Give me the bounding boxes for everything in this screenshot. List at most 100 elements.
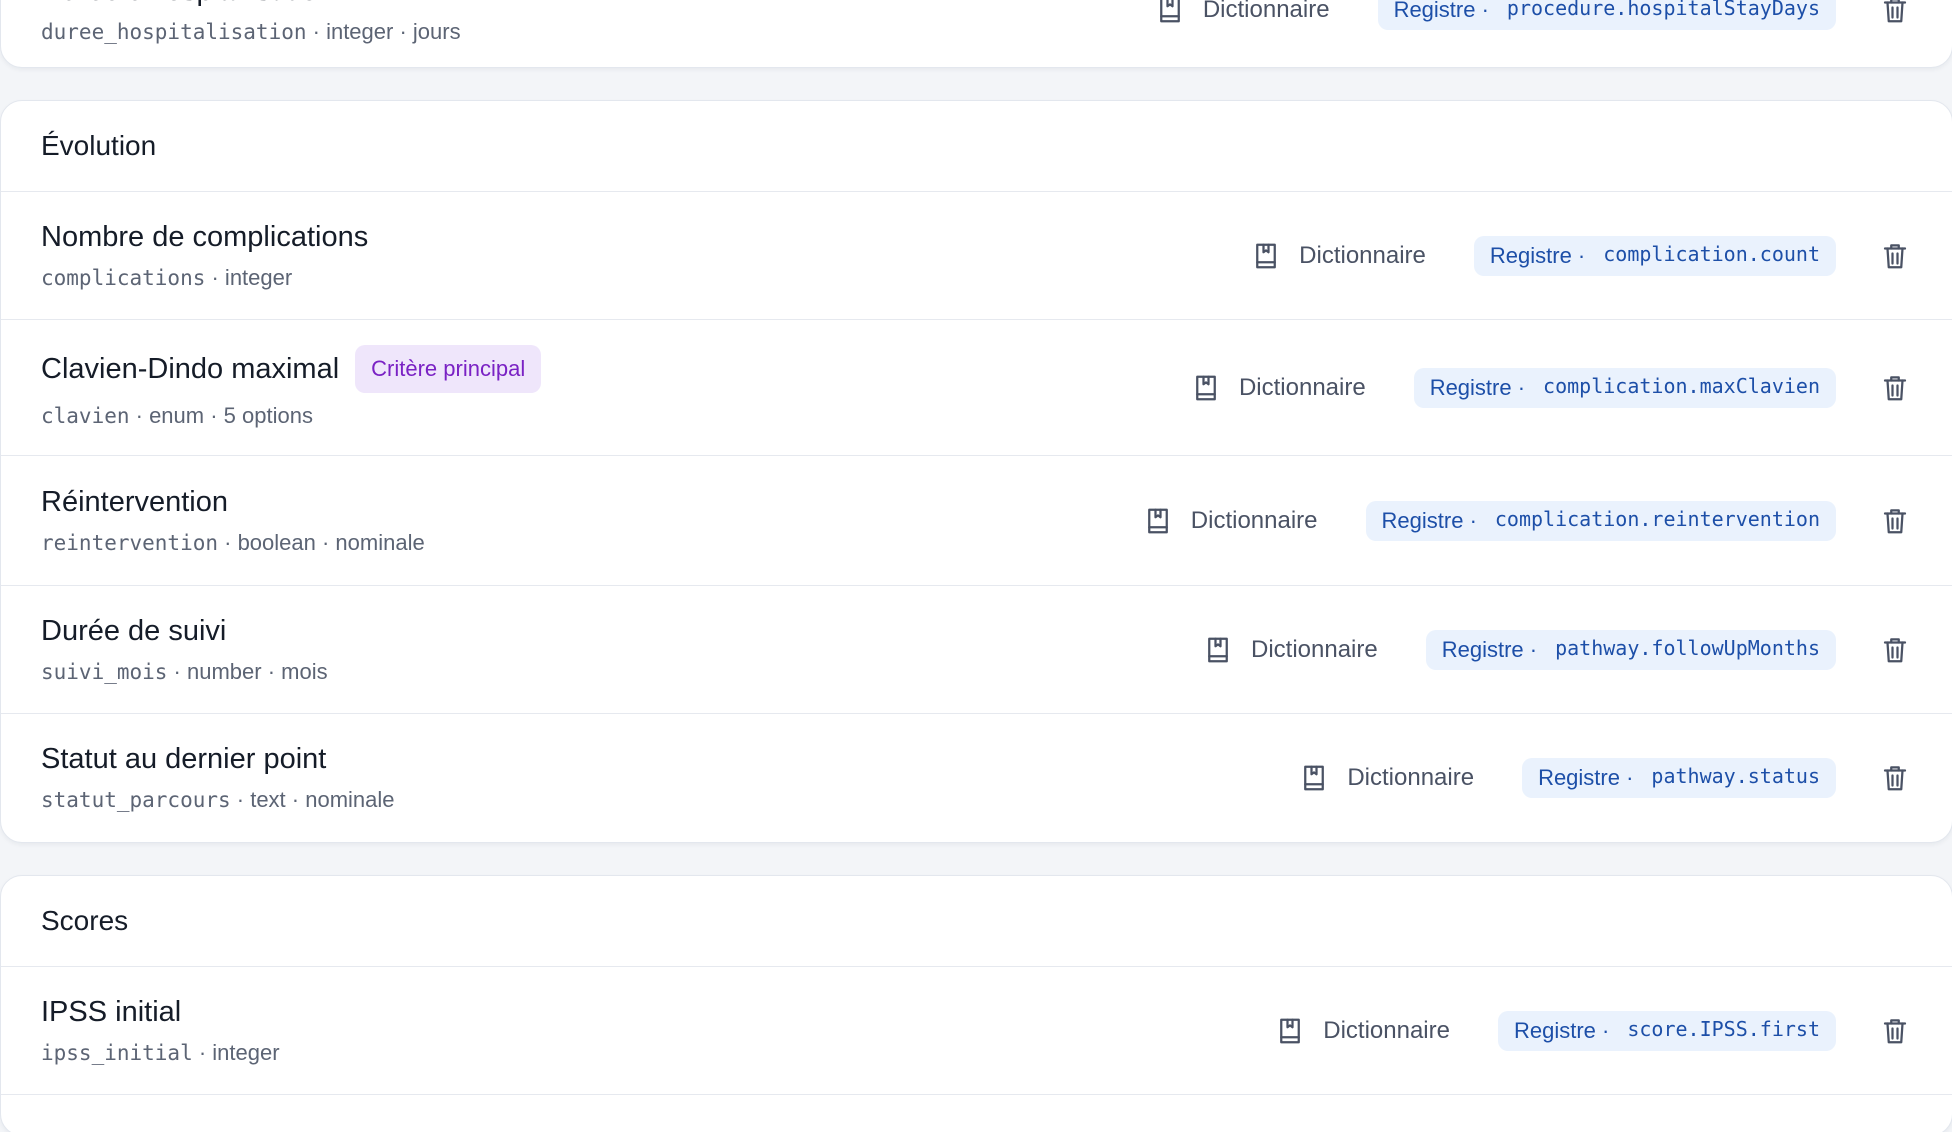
variable-key: statut_parcours (41, 788, 231, 812)
variable-type: · text · nominale (230, 787, 395, 812)
registry-mapping-badge[interactable]: Registre · pathway.followUpMonths (1425, 629, 1836, 670)
registry-mapping-badge[interactable]: Registre · score.IPSS.first (1497, 1010, 1836, 1051)
variable-row[interactable]: Durée de suivi suivi_mois · number · moi… (1, 586, 1952, 714)
dictionary-label: Dictionnaire (1202, 0, 1330, 23)
trash-icon (1883, 0, 1907, 23)
variable-type: · integer · jours (306, 19, 461, 44)
registry-path: procedure.hospitalStayDays (1506, 0, 1820, 20)
variable-row[interactable]: Statut au dernier point statut_parcours … (1, 714, 1952, 842)
variable-meta: statut_parcours · text · nominale (41, 785, 1299, 815)
book-icon (1256, 243, 1277, 268)
book-icon (1147, 508, 1168, 533)
registry-label: Registre · (1381, 507, 1477, 533)
book-icon (1304, 765, 1325, 791)
book-icon (1159, 0, 1180, 23)
variable-actions: Dictionnaire Registre · complication.cou… (1251, 235, 1912, 276)
variable-key: clavien (41, 403, 130, 428)
variable-key: suivi_mois (41, 659, 168, 684)
variable-meta: clavien · enum · 5 options (41, 401, 1191, 431)
variable-row[interactable]: Nombre de complications complications · … (1, 192, 1952, 320)
variable-title: IPSS initial (41, 995, 182, 1028)
trash-icon (1883, 766, 1907, 791)
variable-info: Durée de suivi suivi_mois · number · moi… (41, 613, 1203, 687)
variable-title: Statut au dernier point (41, 743, 327, 775)
trash-icon (1883, 375, 1907, 400)
dictionary-button[interactable]: Dictionnaire (1191, 373, 1366, 403)
variable-row[interactable]: IPSS initial ipss_initial · integer Dict… (1, 967, 1952, 1095)
variable-info: Réintervention reintervention · boolean … (41, 484, 1143, 558)
variable-info: Clavien-Dindo maximal Critère principal … (41, 344, 1191, 431)
variable-row[interactable]: Réintervention reintervention · boolean … (1, 456, 1952, 586)
registry-label: Registre · (1429, 374, 1526, 400)
variable-key: ipss_initial (41, 1040, 193, 1065)
delete-button[interactable] (1878, 371, 1912, 405)
registry-mapping-badge[interactable]: Registre · pathway.status (1522, 758, 1836, 798)
variable-actions: Dictionnaire Registre · complication.max… (1191, 367, 1912, 408)
dictionary-button[interactable]: Dictionnaire (1299, 763, 1474, 793)
trash-icon (1883, 508, 1907, 533)
delete-button[interactable] (1878, 633, 1912, 667)
variable-row[interactable]: Durée d'hospitalisation duree_hospitalis… (1, 0, 1952, 67)
variable-title: Durée d'hospitalisation (41, 0, 334, 9)
trash-icon (1883, 243, 1907, 268)
book-icon (1280, 1018, 1301, 1043)
delete-button[interactable] (1878, 239, 1912, 273)
registry-label: Registre · (1489, 242, 1586, 268)
section-title: Scores (1, 876, 1952, 967)
delete-button[interactable] (1878, 1014, 1912, 1048)
primary-endpoint-badge: Critère principal (355, 344, 542, 393)
variable-type: · boolean · nominale (218, 529, 425, 555)
dictionary-button[interactable]: Dictionnaire (1203, 635, 1378, 665)
section-card-scores: Scores IPSS initial ipss_initial · integ… (0, 875, 1952, 1132)
book-icon (1208, 637, 1228, 662)
delete-button[interactable] (1878, 0, 1912, 27)
registry-mapping-badge[interactable]: Registre · complication.reintervention (1365, 500, 1836, 541)
dictionary-button[interactable]: Dictionnaire (1251, 241, 1426, 271)
dictionary-label: Dictionnaire (1299, 241, 1426, 269)
variables-view: Durée d'hospitalisation duree_hospitalis… (0, 0, 1952, 1132)
variable-title: Nombre de complications (41, 220, 369, 253)
variable-type: · integer (205, 264, 293, 290)
registry-path: complication.reintervention (1494, 506, 1820, 531)
trash-icon (1883, 637, 1907, 662)
delete-button[interactable] (1878, 504, 1912, 538)
variable-type: · integer (192, 1039, 280, 1065)
variable-info: Nombre de complications complications · … (41, 219, 1251, 293)
registry-path: complication.maxClavien (1543, 373, 1820, 398)
dictionary-button[interactable]: Dictionnaire (1155, 0, 1330, 25)
registry-path: score.IPSS.first (1627, 1016, 1820, 1041)
variable-info: Statut au dernier point statut_parcours … (41, 741, 1299, 815)
variable-key: reintervention (41, 530, 219, 555)
registry-label: Registre · (1441, 636, 1538, 662)
registry-label: Registre · (1393, 0, 1489, 22)
section-card-evolution: Évolution Nombre de complications compli… (0, 100, 1952, 843)
dictionary-label: Dictionnaire (1323, 1016, 1450, 1044)
registry-label: Registre · (1513, 1017, 1610, 1043)
variable-type: · number · mois (167, 658, 328, 684)
variable-info: Durée d'hospitalisation duree_hospitalis… (41, 0, 1155, 47)
variable-meta: reintervention · boolean · nominale (41, 528, 1143, 558)
delete-button[interactable] (1878, 761, 1912, 795)
dictionary-button[interactable]: Dictionnaire (1143, 506, 1318, 536)
variable-row[interactable]: Clavien-Dindo maximal Critère principal … (1, 320, 1952, 456)
sections-stack: Durée d'hospitalisation duree_hospitalis… (0, 0, 1952, 1132)
variable-info: IPSS initial ipss_initial · integer (41, 994, 1275, 1068)
variable-actions: Dictionnaire Registre · pathway.followUp… (1203, 629, 1912, 670)
registry-path: pathway.followUpMonths (1555, 635, 1820, 660)
variable-title: Durée de suivi (41, 614, 227, 647)
variable-key: duree_hospitalisation (41, 20, 307, 44)
registry-path: complication.count (1603, 241, 1820, 266)
variable-meta: suivi_mois · number · mois (41, 657, 1203, 687)
registry-mapping-badge[interactable]: Registre · procedure.hospitalStayDays (1377, 0, 1836, 30)
registry-label: Registre · (1538, 765, 1634, 790)
registry-mapping-badge[interactable]: Registre · complication.maxClavien (1413, 367, 1836, 408)
dictionary-button[interactable]: Dictionnaire (1275, 1016, 1450, 1046)
variable-title: Clavien-Dindo maximal (41, 352, 340, 385)
dictionary-label: Dictionnaire (1238, 373, 1366, 401)
book-icon (1196, 375, 1216, 400)
row-divider (1, 1095, 1952, 1132)
registry-path: pathway.status (1651, 764, 1820, 788)
variable-meta: ipss_initial · integer (41, 1038, 1275, 1068)
variable-actions: Dictionnaire Registre · score.IPSS.first (1275, 1010, 1912, 1051)
registry-mapping-badge[interactable]: Registre · complication.count (1473, 235, 1836, 276)
